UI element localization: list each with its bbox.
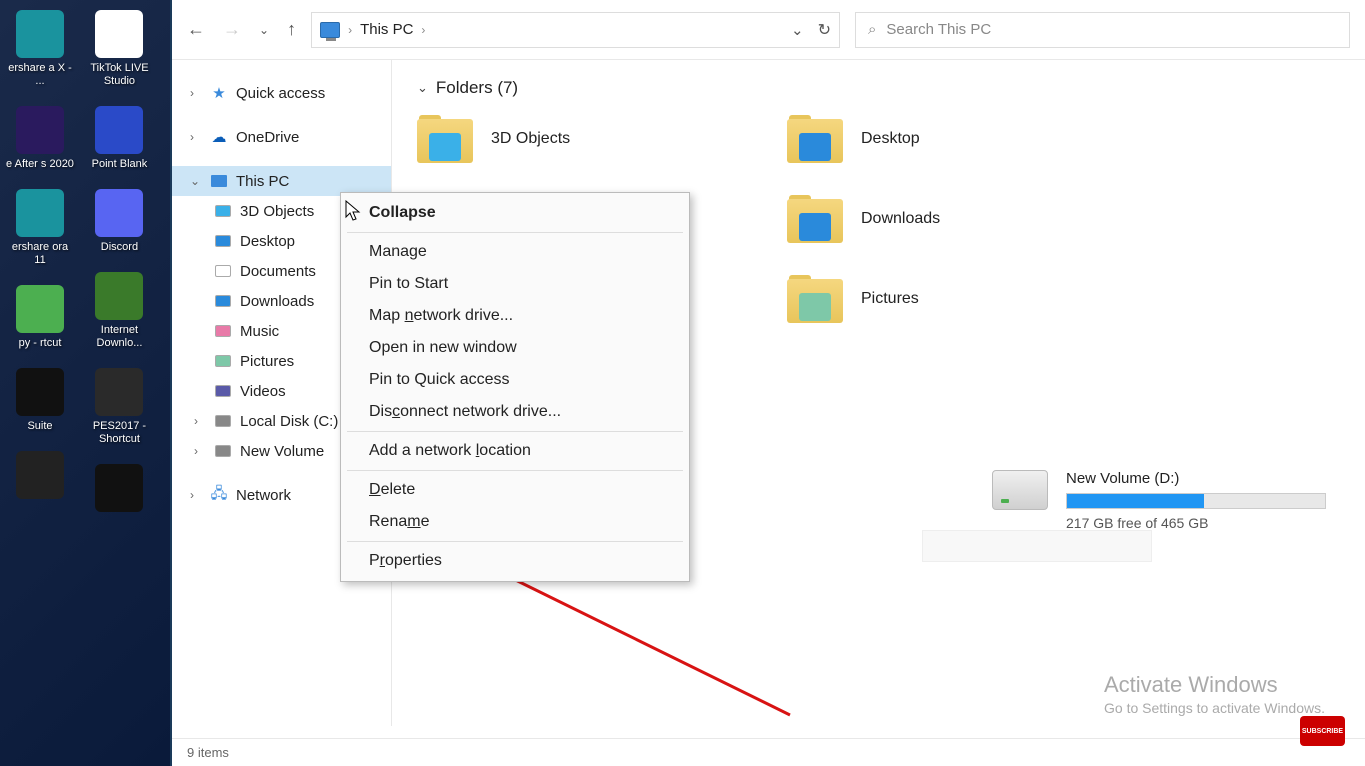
chevron-down-icon: ⌄ bbox=[190, 174, 202, 188]
desktop-icon[interactable]: PES2017 - Shortcut bbox=[84, 368, 154, 446]
folder-item[interactable]: Pictures bbox=[787, 275, 1087, 323]
folder-item[interactable]: 3D Objects bbox=[417, 115, 717, 163]
desktop-icon[interactable] bbox=[5, 451, 75, 499]
breadcrumb-location[interactable]: This PC bbox=[360, 21, 413, 38]
context-menu-item[interactable]: Manage bbox=[341, 236, 689, 268]
drive-label: New Volume (D:) bbox=[1066, 470, 1326, 487]
sidebar-quick-access[interactable]: › ★ Quick access bbox=[172, 78, 391, 108]
subscribe-badge[interactable]: SUBSCRIBE bbox=[1300, 716, 1345, 746]
context-menu-item[interactable]: Delete bbox=[341, 474, 689, 506]
mouse-cursor-icon bbox=[345, 200, 363, 227]
chevron-right-icon: › bbox=[190, 130, 202, 144]
context-menu-item[interactable]: Map network drive... bbox=[341, 300, 689, 332]
cloud-icon: ☁ bbox=[210, 128, 228, 146]
folder-icon bbox=[214, 352, 232, 370]
folder-item[interactable]: Desktop bbox=[787, 115, 1087, 163]
status-item-count: 9 items bbox=[187, 745, 229, 760]
context-menu-item[interactable]: Pin to Quick access bbox=[341, 364, 689, 396]
folder-icon bbox=[787, 195, 843, 243]
drive-new-volume[interactable]: New Volume (D:) 217 GB free of 465 GB bbox=[992, 470, 1326, 531]
folder-icon bbox=[214, 262, 232, 280]
folder-icon bbox=[214, 202, 232, 220]
up-button[interactable]: ↑ bbox=[287, 19, 296, 40]
context-menu-item[interactable]: Rename bbox=[341, 506, 689, 538]
back-button[interactable]: ← bbox=[187, 19, 205, 40]
folder-icon bbox=[214, 232, 232, 250]
drive-usage-bar bbox=[1066, 493, 1326, 509]
search-box[interactable]: ⌕ Search This PC bbox=[855, 12, 1350, 48]
chevron-right-icon: › bbox=[421, 23, 425, 37]
drive-free-text: 217 GB free of 465 GB bbox=[1066, 515, 1326, 531]
folder-icon bbox=[214, 292, 232, 310]
refresh-button[interactable]: ↻ bbox=[818, 20, 831, 40]
desktop-icon[interactable]: ershare a X - ... bbox=[5, 10, 75, 88]
desktop-icon[interactable]: Point Blank bbox=[84, 106, 154, 171]
forward-button[interactable]: → bbox=[223, 19, 241, 40]
folders-section-header[interactable]: ⌄ Folders (7) bbox=[417, 78, 1340, 98]
context-menu-item[interactable]: Collapse bbox=[341, 197, 689, 229]
context-menu-item[interactable]: Pin to Start bbox=[341, 268, 689, 300]
context-menu: Collapse ManagePin to StartMap network dr… bbox=[340, 192, 690, 582]
this-pc-icon bbox=[320, 22, 340, 38]
context-menu-item[interactable]: Open in new window bbox=[341, 332, 689, 364]
folder-icon bbox=[214, 442, 232, 460]
status-bar: 9 items bbox=[172, 738, 1365, 766]
search-placeholder: Search This PC bbox=[886, 21, 991, 38]
folder-icon bbox=[214, 382, 232, 400]
desktop-icon[interactable]: py - rtcut bbox=[5, 285, 75, 350]
chevron-right-icon: › bbox=[194, 444, 206, 458]
folder-icon bbox=[214, 322, 232, 340]
address-dropdown[interactable]: ⌄ bbox=[791, 21, 804, 39]
address-bar-row: ← → ⌄ ↑ › This PC › ⌄ ↻ ⌕ Search This PC bbox=[172, 0, 1365, 60]
chevron-down-icon: ⌄ bbox=[417, 80, 428, 96]
desktop-icon[interactable]: Internet Downlo... bbox=[84, 272, 154, 350]
folder-icon bbox=[417, 115, 473, 163]
chevron-right-icon: › bbox=[190, 86, 202, 100]
chevron-right-icon: › bbox=[190, 488, 202, 502]
context-menu-item[interactable]: Properties bbox=[341, 545, 689, 577]
pc-icon bbox=[210, 172, 228, 190]
desktop-icon[interactable]: TikTok LIVE Studio bbox=[84, 10, 154, 88]
desktop-icon[interactable]: Suite bbox=[5, 368, 75, 433]
drive-icon bbox=[992, 470, 1048, 510]
folder-item[interactable]: Downloads bbox=[787, 195, 1087, 243]
folder-icon bbox=[787, 115, 843, 163]
partial-item bbox=[922, 530, 1152, 562]
chevron-right-icon: › bbox=[194, 414, 206, 428]
recent-dropdown[interactable]: ⌄ bbox=[259, 23, 269, 37]
star-icon: ★ bbox=[210, 84, 228, 102]
folder-icon bbox=[787, 275, 843, 323]
context-menu-item[interactable]: Add a network location bbox=[341, 435, 689, 467]
desktop-icon[interactable]: e After s 2020 bbox=[5, 106, 75, 171]
desktop-icon[interactable]: ershare ora 11 bbox=[5, 189, 75, 267]
chevron-right-icon: › bbox=[348, 23, 352, 37]
address-box[interactable]: › This PC › ⌄ ↻ bbox=[311, 12, 840, 48]
desktop-icon[interactable] bbox=[84, 464, 154, 512]
search-icon: ⌕ bbox=[868, 21, 876, 38]
desktop-icon[interactable]: Discord bbox=[84, 189, 154, 254]
context-menu-item[interactable]: Disconnect network drive... bbox=[341, 396, 689, 428]
sidebar-onedrive[interactable]: › ☁ OneDrive bbox=[172, 122, 391, 152]
network-icon: 🖧 bbox=[210, 486, 228, 504]
folder-icon bbox=[214, 412, 232, 430]
desktop-area: ershare a X - ... e After s 2020 ershare o… bbox=[0, 0, 170, 766]
activate-windows-watermark: Activate Windows Go to Settings to activ… bbox=[1104, 672, 1325, 716]
